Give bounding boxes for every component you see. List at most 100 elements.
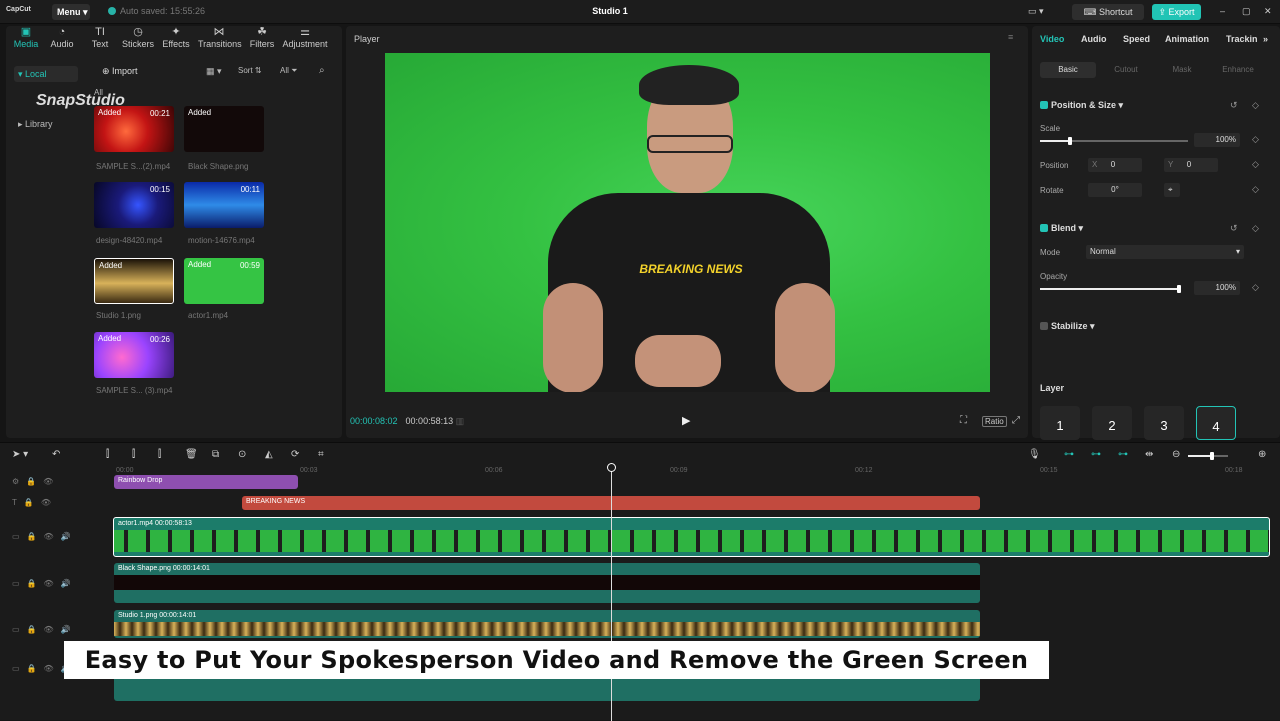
tab-speed[interactable]: Speed: [1123, 34, 1150, 44]
track-controls[interactable]: ▭🔒👁🔊: [12, 532, 78, 541]
playhead[interactable]: [607, 463, 616, 721]
tab-animation[interactable]: Animation: [1165, 34, 1209, 44]
layer-2-button[interactable]: 2: [1092, 406, 1132, 440]
sidebar-item-local[interactable]: ▾ Local: [14, 66, 78, 82]
select-tool-icon[interactable]: ➤ ▾: [12, 449, 28, 460]
linkage-icon[interactable]: ⊶: [1091, 449, 1101, 460]
media-thumb-4[interactable]: 00:11: [184, 182, 264, 228]
crop-icon[interactable]: ⌗: [318, 449, 324, 460]
scale-field[interactable]: 100%: [1194, 133, 1240, 147]
shortcut-button[interactable]: ⌨ Shortcut: [1072, 4, 1144, 20]
media-thumb-3[interactable]: 00:15: [94, 182, 174, 228]
tab-video[interactable]: Video: [1040, 34, 1064, 44]
close-icon[interactable]: ✕: [1264, 6, 1272, 17]
rotate-icon[interactable]: ⟳: [291, 449, 299, 460]
export-button[interactable]: ⇪ Export: [1152, 4, 1201, 20]
layer-1-button[interactable]: 1: [1040, 406, 1080, 440]
mode-select[interactable]: Normal ▾: [1086, 245, 1244, 259]
subtab-basic[interactable]: Basic: [1040, 62, 1096, 78]
freeze-icon[interactable]: ⧉: [212, 449, 219, 460]
delete-icon[interactable]: 🗑: [185, 449, 198, 460]
rotate-flip-icon[interactable]: ⌖: [1164, 183, 1180, 197]
sort-button[interactable]: Sort ⇅: [238, 66, 262, 75]
layout-icon[interactable]: ▭ ▾: [1028, 6, 1044, 17]
media-thumb-6[interactable]: Added 00:59: [184, 258, 264, 304]
track-controls[interactable]: ▭🔒👁🔊: [12, 579, 78, 588]
subtab-mask[interactable]: Mask: [1154, 62, 1210, 78]
layer-4-button[interactable]: 4: [1196, 406, 1236, 440]
speed-icon[interactable]: ⊙: [238, 449, 246, 460]
fullscreen-icon[interactable]: ⤢: [1012, 415, 1020, 426]
video-preview[interactable]: BREAKING NEWS: [385, 53, 990, 392]
split-left-icon[interactable]: ⫿: [132, 449, 135, 460]
scale-slider[interactable]: [1040, 137, 1188, 145]
ratio-button[interactable]: Ratio: [982, 416, 1007, 427]
microphone-icon[interactable]: 🎙: [1028, 449, 1041, 460]
opacity-field[interactable]: 100%: [1194, 281, 1240, 295]
tab-audio[interactable]: ◔ Audio: [42, 26, 82, 54]
maximize-icon[interactable]: ▢: [1242, 6, 1251, 17]
keyframe-icon[interactable]: ◇: [1252, 100, 1259, 111]
more-tabs-icon[interactable]: »: [1263, 34, 1268, 44]
undo-icon[interactable]: ↶: [52, 449, 60, 460]
subtab-enhance[interactable]: Enhance: [1210, 62, 1266, 78]
zoom-slider[interactable]: [1188, 452, 1228, 460]
rotate-field[interactable]: 0°: [1088, 183, 1142, 197]
blend-section[interactable]: Blend ▾: [1040, 223, 1083, 234]
track-controls[interactable]: ⚙🔒👁: [12, 477, 60, 486]
view-toggle-icon[interactable]: ▦ ▾: [206, 66, 222, 77]
tab-transitions[interactable]: ⋈ Transitions: [198, 26, 242, 54]
keyframe-icon[interactable]: ◇: [1252, 134, 1259, 145]
layer-3-button[interactable]: 3: [1144, 406, 1184, 440]
zoom-out-icon[interactable]: ⊖: [1172, 449, 1180, 460]
menu-button[interactable]: Menu ▾: [52, 4, 90, 20]
tab-adjustment[interactable]: ⚌ Adjustment: [282, 26, 328, 54]
zoom-fit-icon[interactable]: ⊕: [1258, 449, 1266, 460]
keyframe-icon[interactable]: ◇: [1252, 159, 1259, 170]
tab-audio-props[interactable]: Audio: [1081, 34, 1107, 44]
sidebar-item-library[interactable]: ▸ Library: [14, 116, 78, 132]
effect-clip[interactable]: Rainbow Drop: [114, 475, 298, 489]
tab-tracking[interactable]: Trackin: [1226, 34, 1258, 44]
slider-knob[interactable]: [1068, 137, 1072, 145]
tab-filters[interactable]: ☘ Filters: [242, 26, 282, 54]
media-thumb-5[interactable]: Added: [94, 258, 174, 304]
tab-text[interactable]: TI Text: [80, 26, 120, 54]
position-x-field[interactable]: X 0: [1088, 158, 1142, 172]
keyframe-icon[interactable]: ◇: [1252, 282, 1259, 293]
filter-button[interactable]: All ⏷: [280, 66, 298, 76]
split-right-icon[interactable]: ⫿: [158, 449, 161, 460]
fit-icon[interactable]: ⛶: [960, 415, 967, 426]
track-controls[interactable]: ▭🔒👁🔊: [12, 625, 78, 634]
studio-clip[interactable]: Studio 1.png 00:00:14:01: [114, 610, 980, 638]
split-view-icon[interactable]: ⇹: [1145, 449, 1153, 460]
keyframe-icon[interactable]: ◇: [1252, 223, 1259, 234]
reset-icon[interactable]: ↺: [1230, 223, 1238, 234]
tab-media[interactable]: ▣ Media: [6, 26, 46, 54]
player-menu-icon[interactable]: ≡: [1008, 32, 1013, 42]
preview-axis-icon[interactable]: ⊶: [1118, 449, 1128, 460]
search-icon[interactable]: ⌕: [319, 65, 325, 76]
keyframe-icon[interactable]: ◇: [1252, 184, 1259, 195]
tab-effects[interactable]: ✦ Effects: [156, 26, 196, 54]
position-size-section[interactable]: Position & Size ▾: [1040, 100, 1123, 111]
minimize-icon[interactable]: –: [1220, 6, 1225, 16]
black-shape-clip[interactable]: Black Shape.png 00:00:14:01: [114, 563, 980, 603]
media-thumb-1[interactable]: Added 00:21: [94, 106, 174, 152]
subtab-cutout[interactable]: Cutout: [1098, 62, 1154, 78]
play-button[interactable]: ▶: [682, 414, 690, 427]
import-button[interactable]: ⊕ Import: [102, 66, 138, 77]
mirror-icon[interactable]: ◭: [265, 449, 273, 460]
media-thumb-7[interactable]: Added 00:26: [94, 332, 174, 378]
main-video-clip[interactable]: actor1.mp4 00:00:58:13: [113, 517, 1270, 557]
media-thumb-2[interactable]: Added: [184, 106, 264, 152]
playhead-handle[interactable]: [607, 463, 616, 472]
slider-knob[interactable]: [1177, 285, 1181, 293]
slider-knob[interactable]: [1210, 452, 1214, 460]
track-controls[interactable]: T🔒👁: [12, 498, 58, 507]
stabilize-section[interactable]: Stabilize ▾: [1040, 321, 1095, 332]
split-icon[interactable]: ⫿: [106, 449, 109, 460]
tab-stickers[interactable]: ◷ Stickers: [118, 26, 158, 54]
position-y-field[interactable]: Y 0: [1164, 158, 1218, 172]
magnet-icon[interactable]: ⊶: [1064, 449, 1074, 460]
